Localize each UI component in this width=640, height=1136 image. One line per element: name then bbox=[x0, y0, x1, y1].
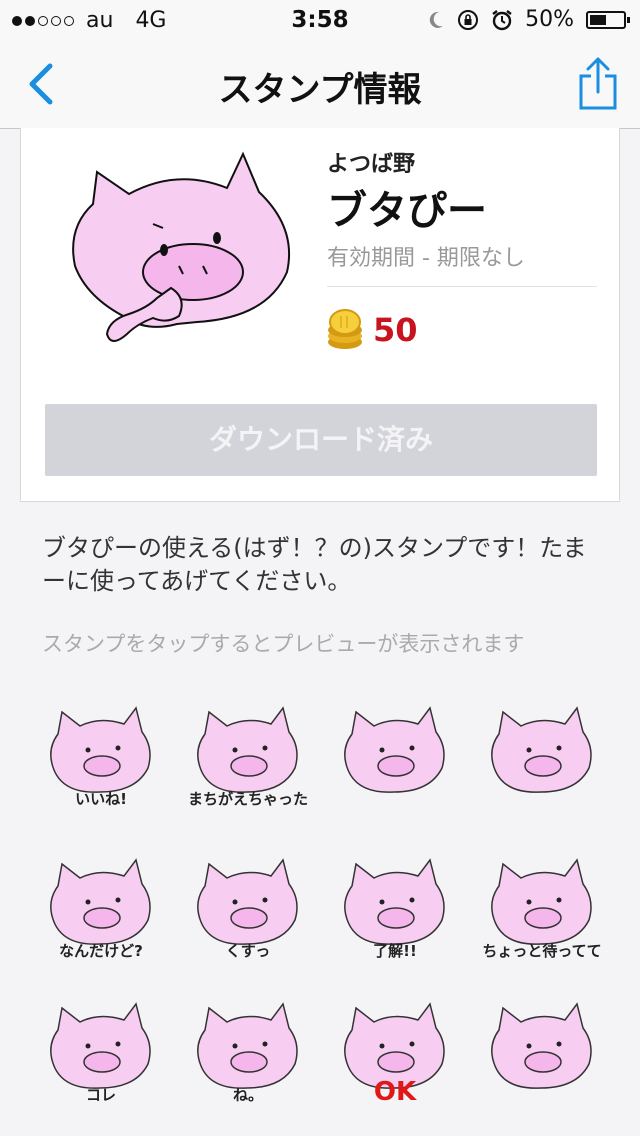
coin-stack-icon bbox=[328, 309, 362, 349]
sticker-5[interactable]: なんだけど? bbox=[36, 852, 166, 962]
sticker-caption: OK bbox=[374, 1077, 417, 1106]
navigation-bar: スタンプ情報 bbox=[0, 40, 640, 129]
sticker-12[interactable] bbox=[477, 996, 607, 1106]
sticker-2[interactable]: まちがえちゃった bbox=[183, 700, 313, 810]
sticker-11[interactable]: OK bbox=[330, 996, 460, 1106]
author-name: よつば野 bbox=[327, 152, 416, 177]
sticker-caption: まちがえちゃった bbox=[188, 790, 308, 808]
sticker-10[interactable]: ね。 bbox=[183, 996, 313, 1106]
sticker-1[interactable]: いいね! bbox=[36, 700, 166, 810]
sticker-caption: 了解!! bbox=[373, 942, 417, 960]
main-stamp-image bbox=[72, 151, 291, 342]
divider bbox=[327, 286, 597, 287]
moon-icon bbox=[429, 11, 444, 28]
product-card: よつば野 ブタぴー 有効期間 - 期限なし 50 ダウンロード済み bbox=[20, 128, 620, 502]
share-icon bbox=[579, 57, 617, 110]
preview-hint: スタンプをタップするとプレビューが表示されます bbox=[42, 632, 525, 656]
sticker-4[interactable] bbox=[477, 700, 607, 810]
sticker-caption: ちょっと待ってて bbox=[482, 942, 601, 960]
status-bar: au 4G 3:58 50% bbox=[0, 0, 640, 40]
sticker-caption: なんだけど? bbox=[59, 942, 143, 960]
sticker-caption: いいね! bbox=[75, 790, 127, 808]
sticker-caption: コレ bbox=[86, 1086, 116, 1104]
sticker-8[interactable]: ちょっと待ってて bbox=[477, 852, 607, 962]
sticker-7[interactable]: 了解!! bbox=[330, 852, 460, 962]
sticker-6[interactable]: くすっ bbox=[183, 852, 313, 962]
sticker-pack-name: ブタぴー bbox=[327, 188, 487, 234]
alarm-icon bbox=[492, 9, 512, 30]
battery-percent: 50% bbox=[525, 7, 574, 32]
share-button[interactable] bbox=[578, 56, 618, 112]
description-text: ブタぴーの使える(はず！？の)スタンプです！たまーに使ってあげてください。 bbox=[42, 534, 587, 595]
sticker-3[interactable] bbox=[330, 700, 460, 810]
validity-period: 有効期間 - 期限なし bbox=[327, 246, 525, 271]
sticker-caption: ね。 bbox=[233, 1086, 263, 1104]
sticker-caption: くすっ bbox=[226, 942, 270, 960]
download-button[interactable]: ダウンロード済み bbox=[45, 404, 597, 476]
sticker-9[interactable]: コレ bbox=[36, 996, 166, 1106]
rotation-lock-icon bbox=[458, 9, 479, 30]
price: 50 bbox=[373, 311, 418, 349]
battery-icon bbox=[586, 10, 630, 29]
page-title: スタンプ情報 bbox=[218, 70, 422, 110]
